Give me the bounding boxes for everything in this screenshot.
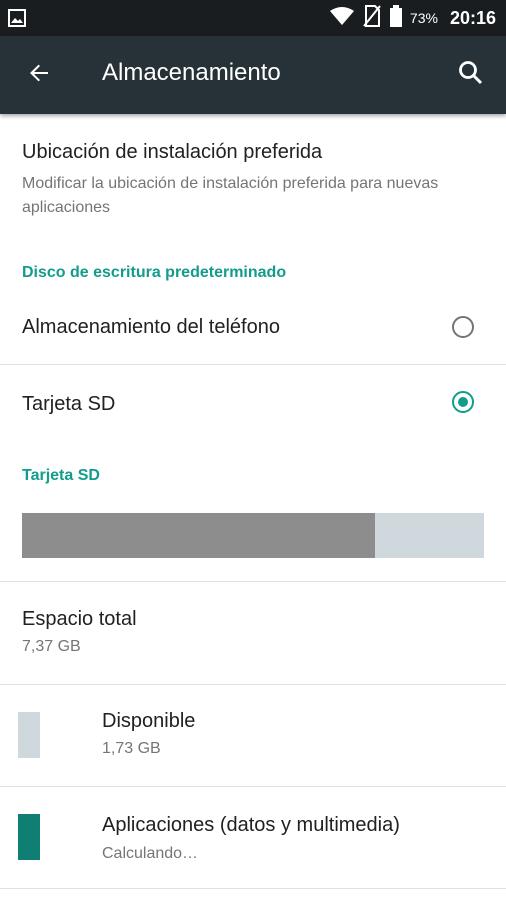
search-icon [458,60,484,91]
apps-title: Aplicaciones (datos y multimedia) [102,814,400,836]
arrow-back-icon [27,61,51,90]
divider [0,888,506,889]
wifi-icon [329,6,354,31]
storage-usage-bar [22,513,484,558]
storage-used-fill [22,513,376,558]
radio-label-phone-storage: Almacenamiento del teléfono [22,316,280,338]
sd-card-header: Tarjeta SD [22,467,100,484]
radio-button-phone-storage[interactable] [452,316,474,338]
divider [0,684,506,685]
default-disk-header: Disco de escritura predeterminado [22,264,287,281]
apps-color-chip [18,814,40,860]
divider [0,786,506,787]
back-button[interactable] [22,58,56,92]
divider [0,364,506,365]
clock-time: 20:16 [449,7,496,28]
available-title: Disponible [102,710,196,732]
available-color-chip [18,712,40,758]
no-sim-icon [362,4,382,32]
install-location-subtitle: Modificar la ubicación de instalación pr… [22,175,439,216]
status-bar: 73% 20:16 [0,0,506,36]
radio-label-sd-card: Tarjeta SD [22,393,116,415]
app-bar: Almacenamiento [0,36,506,114]
battery-icon [389,4,402,32]
install-location-title: Ubicación de instalación preferida [22,141,323,163]
apps-value: Calculando… [102,845,199,862]
radio-option-phone-storage[interactable]: Almacenamiento del teléfono [0,290,506,366]
radio-option-sd-card[interactable]: Tarjeta SD [0,366,506,442]
image-notification-icon [8,9,26,32]
available-value: 1,73 GB [102,740,161,757]
radio-button-sd-card[interactable] [452,391,474,413]
total-space-value: 7,37 GB [22,638,81,655]
search-button[interactable] [454,58,488,92]
page-title: Almacenamiento [102,59,281,86]
battery-percent: 73% [409,10,438,26]
radio-selected-dot [458,397,468,407]
divider [0,581,506,582]
total-space-title: Espacio total [22,608,137,630]
